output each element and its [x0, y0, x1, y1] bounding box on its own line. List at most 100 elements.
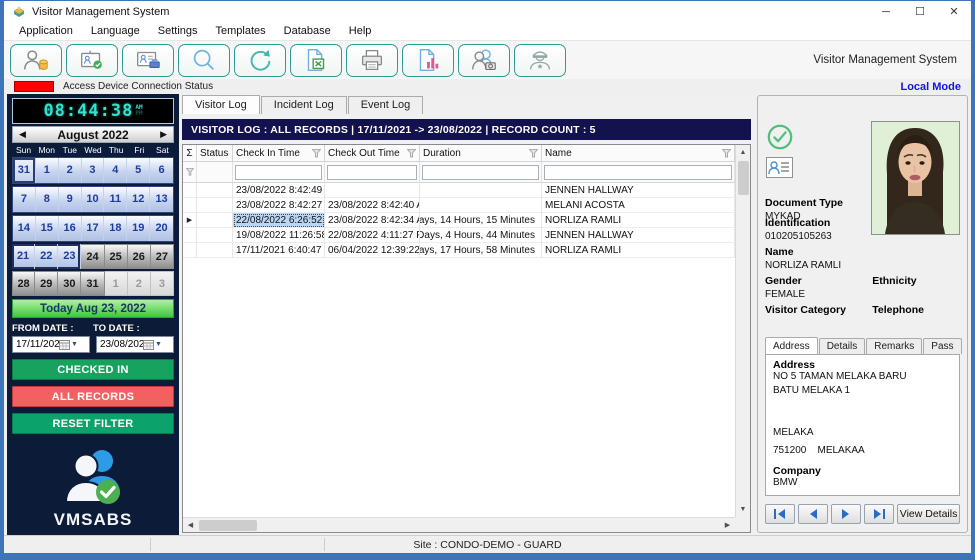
filter-check-in-input[interactable] — [235, 165, 322, 180]
column-header-check-out[interactable]: Check Out Time — [325, 145, 420, 162]
filter-name-input[interactable] — [544, 165, 732, 180]
from-date-picker[interactable]: ▼ — [12, 336, 90, 353]
menu-language[interactable]: Language — [82, 22, 149, 40]
calendar-day[interactable]: 31 — [81, 271, 104, 296]
column-header-status[interactable]: Status — [197, 145, 233, 162]
print-button[interactable] — [346, 44, 398, 77]
calendar-next-button[interactable]: ▶ — [160, 129, 167, 140]
calendar-day[interactable]: 12 — [127, 187, 150, 212]
vertical-scroll-thumb[interactable] — [738, 161, 749, 195]
calendar-day[interactable]: 10 — [82, 187, 105, 212]
tab-incident-log[interactable]: Incident Log — [261, 96, 347, 114]
calendar-day[interactable]: 29 — [35, 271, 58, 296]
filter-status-cell[interactable] — [197, 162, 233, 183]
to-date-picker[interactable]: ▼ — [96, 336, 174, 353]
horizontal-scroll-thumb[interactable] — [199, 520, 257, 531]
calendar-day-selected[interactable]: 23 — [58, 244, 81, 269]
calendar-day-selected[interactable]: 21 — [12, 244, 35, 269]
minimize-button[interactable]: ─ — [869, 1, 903, 22]
visitor-photo-button[interactable] — [458, 44, 510, 77]
menu-templates[interactable]: Templates — [207, 22, 275, 40]
tab-address[interactable]: Address — [765, 337, 818, 354]
menu-application[interactable]: Application — [10, 22, 82, 40]
table-row[interactable]: 19/08/2022 11:26:58 AM22/08/2022 4:11:27… — [183, 228, 735, 243]
calendar-day[interactable]: 14 — [13, 216, 36, 241]
calendar-day[interactable]: 28 — [12, 271, 35, 296]
guard-button[interactable] — [514, 44, 566, 77]
vertical-scrollbar[interactable]: ▲ ▼ — [735, 145, 750, 517]
calendar-day[interactable]: 6 — [150, 158, 173, 183]
menu-settings[interactable]: Settings — [149, 22, 207, 40]
calendar-day[interactable]: 9 — [59, 187, 82, 212]
chevron-down-icon[interactable]: ▼ — [155, 341, 162, 348]
calendar-day[interactable]: 4 — [104, 158, 127, 183]
checked-in-button[interactable]: CHECKED IN — [12, 359, 174, 380]
first-record-button[interactable] — [765, 504, 795, 524]
tab-remarks[interactable]: Remarks — [866, 338, 922, 354]
table-row[interactable]: 17/11/2021 6:40:47 PM06/04/2022 12:39:22… — [183, 243, 735, 258]
horizontal-scrollbar[interactable]: ◀ ▶ — [183, 517, 735, 532]
view-details-button[interactable]: View Details — [897, 504, 960, 524]
calendar-prev-button[interactable]: ◀ — [19, 129, 26, 140]
calendar-day-next-month[interactable]: 2 — [128, 271, 151, 296]
row-filter-cell[interactable] — [183, 162, 197, 183]
calendar-day[interactable]: 24 — [81, 244, 104, 269]
tab-pass[interactable]: Pass — [923, 338, 961, 354]
badge-print-button[interactable] — [122, 44, 174, 77]
chevron-down-icon[interactable]: ▼ — [71, 341, 78, 348]
export-excel-button[interactable] — [290, 44, 342, 77]
tab-details[interactable]: Details — [819, 338, 866, 354]
search-button[interactable] — [178, 44, 230, 77]
calendar-day[interactable]: 27 — [151, 244, 174, 269]
from-date-input[interactable] — [13, 339, 59, 350]
grid-corner-cell[interactable]: Σ — [183, 145, 197, 162]
maximize-button[interactable]: ☐ — [903, 1, 937, 22]
calendar-day[interactable]: 25 — [105, 244, 128, 269]
scroll-up-icon[interactable]: ▲ — [736, 145, 751, 160]
table-row-selected[interactable]: ▶ 22/08/2022 6:26:52 PM23/08/2022 8:42:3… — [183, 213, 735, 228]
today-banner[interactable]: Today Aug 23, 2022 — [12, 299, 174, 318]
calendar-day-next-month[interactable]: 3 — [151, 271, 174, 296]
close-button[interactable]: ✕ — [937, 1, 971, 22]
column-header-duration[interactable]: Duration — [420, 145, 542, 162]
badge-verified-button[interactable] — [66, 44, 118, 77]
calendar-day[interactable]: 1 — [36, 158, 59, 183]
all-records-button[interactable]: ALL RECORDS — [12, 386, 174, 407]
calendar-day[interactable]: 11 — [104, 187, 127, 212]
scroll-down-icon[interactable]: ▼ — [736, 502, 751, 517]
next-record-button[interactable] — [831, 504, 861, 524]
tab-event-log[interactable]: Event Log — [348, 96, 424, 114]
refresh-button[interactable] — [234, 44, 286, 77]
last-record-button[interactable] — [864, 504, 894, 524]
to-date-input[interactable] — [97, 339, 143, 350]
scroll-left-icon[interactable]: ◀ — [183, 518, 198, 533]
table-row[interactable]: 23/08/2022 8:42:27 AM23/08/2022 8:42:40 … — [183, 198, 735, 213]
calendar-day[interactable]: 13 — [150, 187, 173, 212]
column-header-name[interactable]: Name — [542, 145, 735, 162]
calendar-day[interactable]: 26 — [128, 244, 151, 269]
calendar-day[interactable]: 3 — [82, 158, 105, 183]
tab-visitor-log[interactable]: Visitor Log — [182, 95, 260, 114]
calendar-day[interactable]: 16 — [59, 216, 82, 241]
report-chart-button[interactable] — [402, 44, 454, 77]
table-row[interactable]: 23/08/2022 8:42:49 AM JENNEN HALLWAY — [183, 183, 735, 198]
calendar-day[interactable]: 2 — [59, 158, 82, 183]
calendar-day[interactable]: 15 — [36, 216, 59, 241]
column-header-check-in[interactable]: Check In Time — [233, 145, 325, 162]
id-card-icon[interactable] — [766, 157, 793, 183]
calendar-day-next-month[interactable]: 1 — [105, 271, 128, 296]
calendar-day-selected[interactable]: 22 — [35, 244, 58, 269]
calendar-day[interactable]: 30 — [58, 271, 81, 296]
previous-record-button[interactable] — [798, 504, 828, 524]
scroll-right-icon[interactable]: ▶ — [720, 518, 735, 533]
filter-check-out-input[interactable] — [327, 165, 417, 180]
calendar-day[interactable]: 18 — [104, 216, 127, 241]
menu-help[interactable]: Help — [340, 22, 381, 40]
calendar-day[interactable]: 17 — [82, 216, 105, 241]
calendar-day[interactable]: 8 — [36, 187, 59, 212]
calendar-day[interactable]: 20 — [150, 216, 173, 241]
reset-filter-button[interactable]: RESET FILTER — [12, 413, 174, 434]
visitor-database-button[interactable] — [10, 44, 62, 77]
calendar-day[interactable]: 19 — [127, 216, 150, 241]
filter-duration-input[interactable] — [422, 165, 539, 180]
